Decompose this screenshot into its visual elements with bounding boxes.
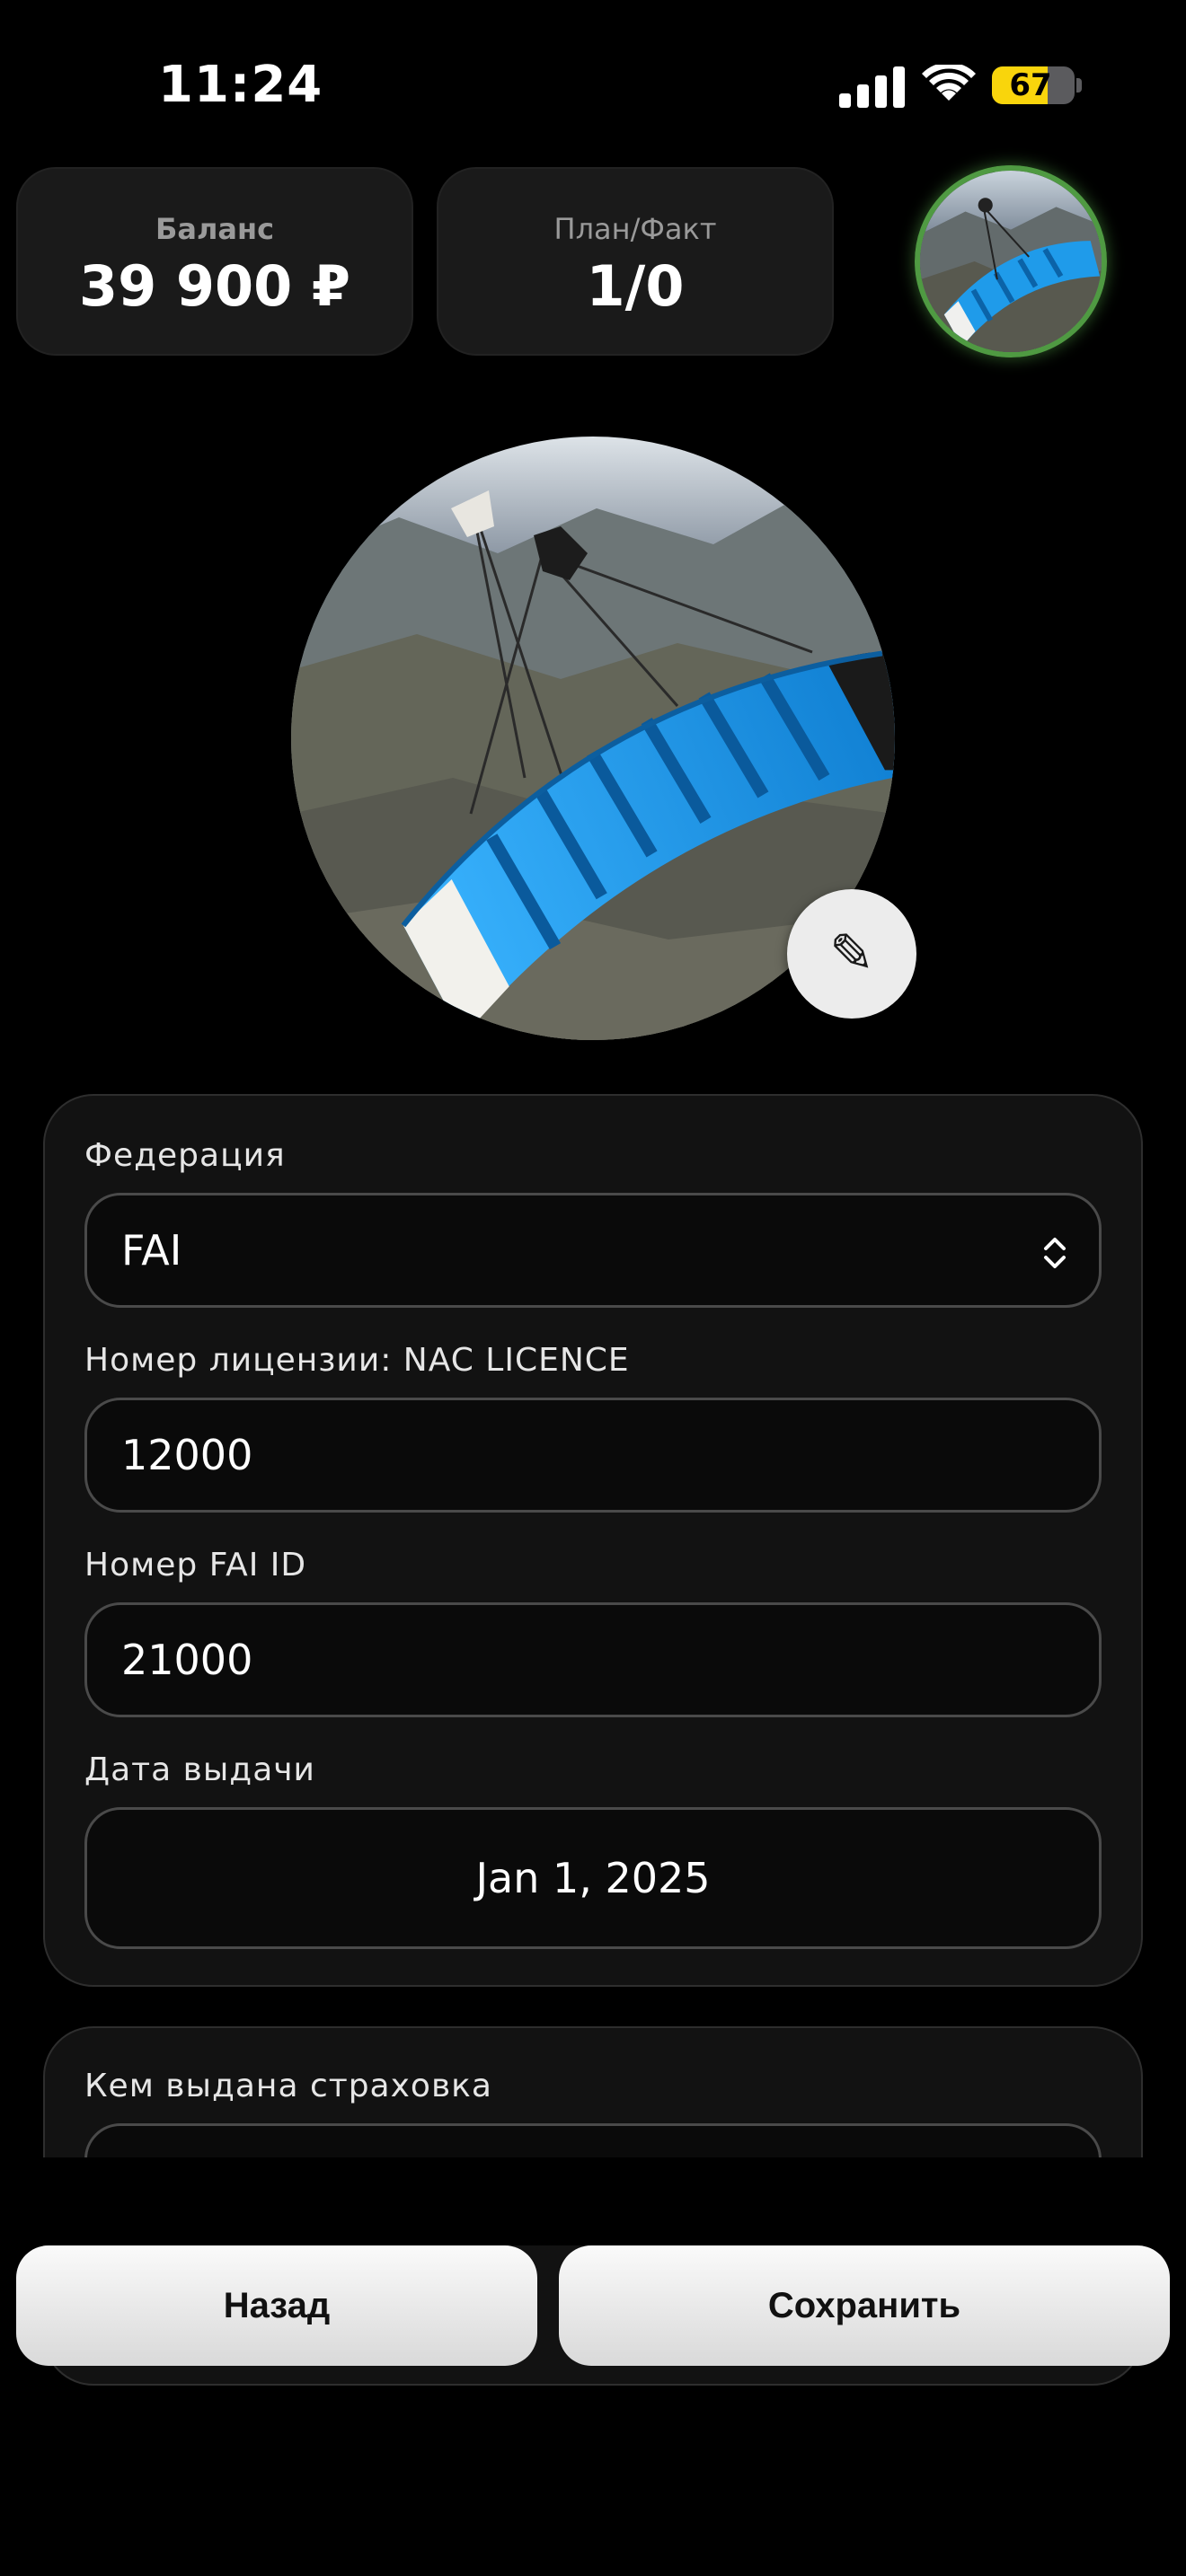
fai-id-input[interactable]: 21000 <box>84 1602 1102 1717</box>
wifi-icon <box>922 65 976 101</box>
federation-value: FAI <box>121 1226 182 1275</box>
edit-photo-button[interactable]: ✎ <box>787 889 916 1019</box>
fai-id-label: Номер FAI ID <box>84 1547 307 1584</box>
fai-id-value: 21000 <box>121 1636 253 1684</box>
battery-tip <box>1076 78 1082 93</box>
balance-card[interactable]: Баланс 39 900 ₽ <box>16 167 413 356</box>
plan-fact-card[interactable]: План/Факт 1/0 <box>437 167 834 356</box>
federation-label: Федерация <box>84 1137 286 1174</box>
federation-select[interactable]: FAI <box>84 1193 1102 1308</box>
battery-icon: 67 <box>992 66 1075 104</box>
chevron-up-down-icon <box>1044 1238 1066 1268</box>
pencil-icon: ✎ <box>828 922 875 985</box>
scroll-clip <box>0 2157 1186 2245</box>
issue-date-picker[interactable]: Jan 1, 2025 <box>84 1807 1102 1949</box>
balance-value: 39 900 ₽ <box>78 253 350 319</box>
license-form-card: Федерация FAI Номер лицензии: NAC LICENC… <box>43 1094 1143 1987</box>
license-value: 12000 <box>121 1431 253 1479</box>
issue-date-value: Jan 1, 2025 <box>475 1854 711 1902</box>
plan-fact-label: План/Факт <box>553 212 717 246</box>
license-label: Номер лицензии: NAC LICENCE <box>84 1342 630 1379</box>
plan-fact-value: 1/0 <box>586 253 685 319</box>
balance-label: Баланс <box>155 212 275 246</box>
issue-date-label: Дата выдачи <box>84 1751 315 1788</box>
save-button[interactable]: Сохранить <box>559 2245 1170 2366</box>
license-input[interactable]: 12000 <box>84 1398 1102 1513</box>
back-button[interactable]: Назад <box>16 2245 537 2366</box>
avatar[interactable] <box>915 165 1107 357</box>
status-time: 11:24 <box>158 56 323 114</box>
battery-level: 67 <box>1009 67 1052 103</box>
insurance-issuer-label: Кем выдана страховка <box>84 2068 492 2104</box>
parachute-avatar-image <box>920 171 1102 352</box>
